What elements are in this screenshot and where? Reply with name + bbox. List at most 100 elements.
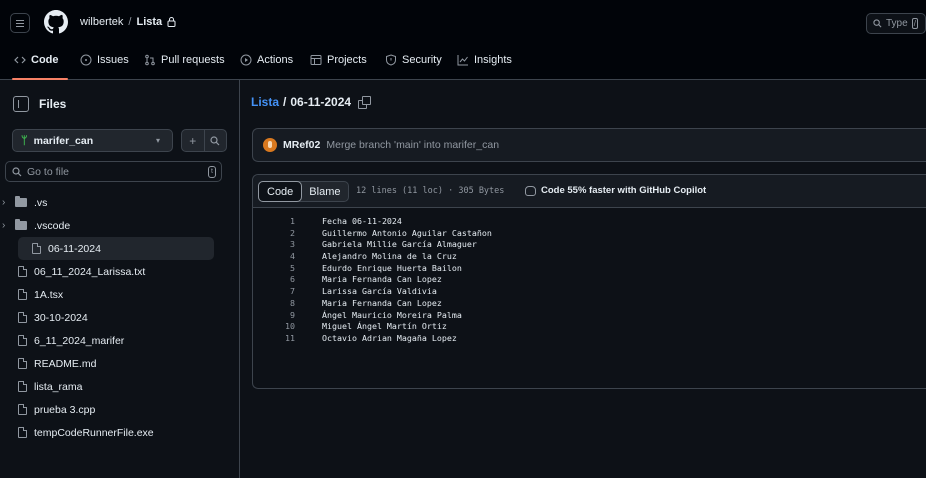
tree-item-file[interactable]: README.md [0,352,240,375]
tree-item-folder[interactable]: › .vs [0,191,240,214]
tab-label: Projects [327,54,367,66]
tree-item-label: README.md [34,357,97,370]
code-line: 9 Ángel Mauricio Moreira Palma [253,310,926,322]
file-tree: › .vs › .vscode 06-11-2024 06_11_2024_La… [0,191,240,444]
tree-item-file[interactable]: prueba 3.cpp [0,398,240,421]
line-text: Guillermo Antonio Aguilar Castañon [322,227,492,238]
tree-item-file[interactable]: 06_11_2024_Larissa.txt [0,260,240,283]
code-blame-toggle: Code Blame [258,181,350,202]
line-number[interactable]: 1 [273,216,295,226]
tree-item-file[interactable]: 6_11_2024_marifer [0,329,240,352]
search-icon [873,19,882,28]
global-search-input[interactable]: Type / [866,13,926,34]
line-number[interactable]: 6 [273,274,295,284]
tree-item-file[interactable]: 1A.tsx [0,283,240,306]
branch-selector[interactable]: ᛘ marifer_can ▾ [12,129,173,152]
tree-item-folder[interactable]: › .vscode [0,214,240,237]
file-meta: 12 lines (11 loc) · 305 Bytes [356,186,505,196]
copilot-icon [525,185,536,196]
line-number[interactable]: 8 [273,298,295,308]
go-to-file-input[interactable]: Go to file t [5,161,222,182]
code-line: 7 Larissa García Valdivia [253,286,926,298]
repo-owner-link[interactable]: wilbertek [80,16,123,28]
code-viewer-header: Code Blame 12 lines (11 loc) · 305 Bytes… [253,175,926,208]
line-number[interactable]: 10 [273,321,295,331]
folder-icon [15,196,27,207]
code-line: 8 Maria Fernanda Can Lopez [253,298,926,310]
code-line: 10 Miguel Ángel Martín Ortiz [253,321,926,333]
path-separator: / [283,95,287,109]
commit-message-link[interactable]: Merge branch 'main' into marifer_can [326,139,499,151]
file-icon [18,335,27,346]
repo-root-link[interactable]: Lista [251,95,279,109]
go-to-file-shortcut: t [208,166,216,178]
code-line: 5 Edurdo Enrique Huerta Bailon [253,263,926,275]
current-file-name: 06-11-2024 [290,95,352,109]
repo-name-link[interactable]: Lista [136,16,162,28]
commit-author-link[interactable]: MRef02 [283,139,320,151]
avatar[interactable] [263,138,277,152]
file-icon [32,243,41,254]
line-text: Fecha 06-11-2024 [322,216,402,226]
line-number[interactable]: 9 [273,310,295,320]
search-placeholder: Type [886,18,908,29]
file-icon [18,312,27,323]
menu-button[interactable] [10,13,30,33]
repo-breadcrumb: wilbertek / Lista [80,16,176,28]
menu-line [16,19,24,21]
code-line: 11 Octavio Adrian Magaña Lopez [253,333,926,345]
code-line: 1 Fecha 06-11-2024 [253,216,926,228]
menu-line [16,22,24,24]
chevron-right-icon[interactable]: › [2,220,5,231]
copilot-promo-link[interactable]: Code 55% faster with GitHub Copilot [525,185,706,196]
issue-opened-icon [80,54,92,66]
file-tree-sidebar: Files ᛘ marifer_can ▾ + Go to file t › .… [0,80,240,478]
play-icon [240,54,252,66]
chevron-right-icon[interactable]: › [2,197,5,208]
add-file-button[interactable]: + [182,130,204,151]
tab-label: Code [31,54,59,66]
line-number[interactable]: 2 [273,228,295,238]
tree-item-label: 06-11-2024 [48,242,101,255]
line-number[interactable]: 3 [273,239,295,249]
line-number[interactable]: 4 [273,251,295,261]
latest-commit-bar: MRef02 Merge branch 'main' into marifer_… [252,128,926,162]
file-icon [18,381,27,392]
git-pull-request-icon [145,54,155,66]
github-logo-icon[interactable] [44,10,68,34]
tab-actions[interactable]: Actions [240,54,293,66]
code-icon [14,56,26,64]
tree-item-file[interactable]: lista_rama [0,375,240,398]
tab-pull-requests[interactable]: Pull requests [144,54,225,66]
blame-tab-button[interactable]: Blame [301,182,348,201]
code-lines[interactable]: 1 Fecha 06-11-2024 2 Guillermo Antonio Agui… [253,216,926,345]
code-tab-button[interactable]: Code [258,181,303,202]
line-number[interactable]: 11 [273,333,295,343]
sidebar-collapse-icon[interactable] [13,96,29,112]
tree-item-file[interactable]: tempCodeRunnerFile.exe [0,421,240,444]
tree-item-file-selected[interactable]: 06-11-2024 [18,237,214,260]
tab-code[interactable]: Code [14,54,59,66]
shield-icon [386,54,396,66]
branch-name: marifer_can [33,134,94,147]
tab-projects[interactable]: Projects [310,54,367,66]
tab-insights[interactable]: Insights [457,54,512,66]
menu-line [16,25,24,27]
tree-item-file[interactable]: 30-10-2024 [0,306,240,329]
file-icon [18,404,27,415]
top-header: wilbertek / Lista Type / [0,0,926,44]
tree-item-label: 06_11_2024_Larissa.txt [34,265,146,278]
file-icon [18,358,27,369]
line-text: Larissa García Valdivia [322,286,437,297]
tab-security[interactable]: Security [385,54,442,66]
tree-item-label: 6_11_2024_marifer [34,334,125,347]
line-number[interactable]: 7 [273,286,295,296]
tree-item-label: prueba 3.cpp [34,403,96,416]
folder-icon [15,219,27,230]
search-files-button[interactable] [203,130,227,151]
copy-icon[interactable] [358,96,372,109]
tree-item-label: .vscode [34,219,71,232]
code-viewer: Code Blame 12 lines (11 loc) · 305 Bytes… [252,174,926,389]
line-number[interactable]: 5 [273,263,295,273]
tab-issues[interactable]: Issues [80,54,129,66]
